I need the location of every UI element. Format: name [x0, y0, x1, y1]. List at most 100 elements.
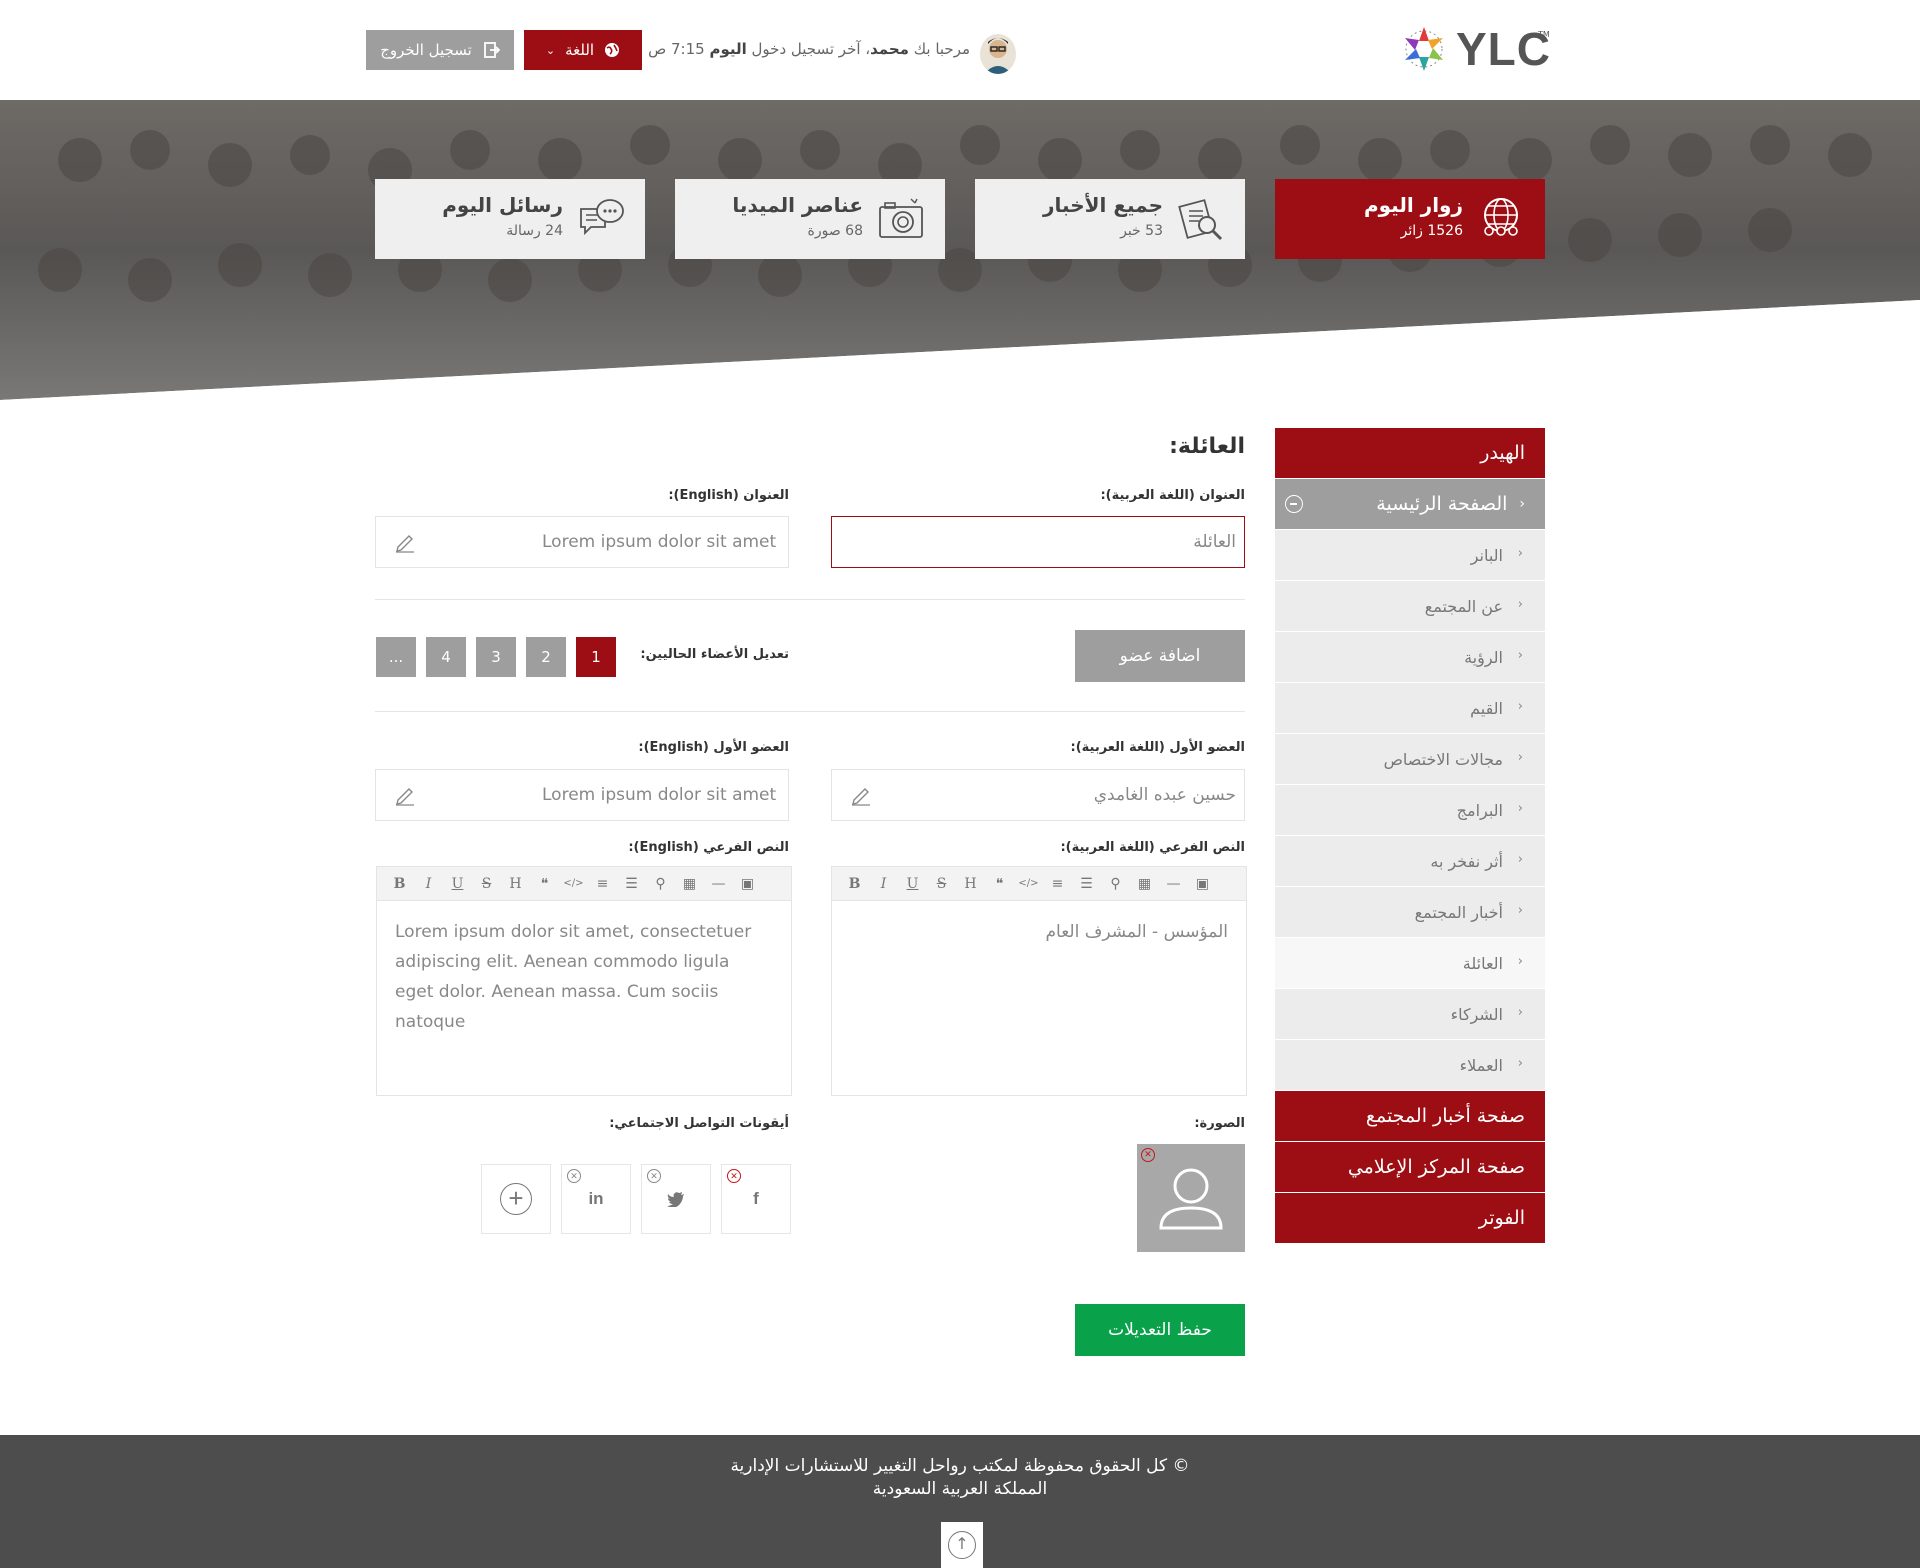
copyright-text: © كل الحقوق محفوظة لمكتب رواحل التغيير ل… — [730, 1456, 1190, 1476]
subtext-ar-value[interactable]: المؤسس - المشرف العام — [832, 901, 1246, 963]
sidebar-subitem[interactable]: أثر نفخر به › — [1275, 836, 1545, 886]
image-icon[interactable]: ▣ — [1188, 876, 1217, 892]
member-en-value: Lorem ipsum dolor sit amet — [542, 785, 777, 805]
collapse-icon[interactable] — [1285, 495, 1303, 513]
stat-sub: 53 خبر — [1120, 223, 1163, 239]
stat-card-news[interactable]: جميع الأخبار 53 خبر — [975, 179, 1245, 259]
member-en-label: العضو الأول (English): — [638, 740, 789, 755]
pagination-more[interactable]: ... — [376, 637, 416, 677]
italic-icon[interactable]: I — [414, 876, 443, 892]
sidebar-subitem-label: البانر — [1470, 545, 1503, 565]
code-icon[interactable]: </> — [1014, 878, 1043, 889]
stat-card-messages[interactable]: رسائل اليوم 24 رسالة — [375, 179, 645, 259]
language-button[interactable]: ⌄ اللغة — [524, 30, 642, 70]
subtext-ar-editor[interactable]: B I U S H ❝ </> ≡ ☰ ⚲ ▦ — ▣ المؤسس - الم… — [831, 866, 1247, 1096]
title-ar-input[interactable]: العائلة — [831, 516, 1245, 568]
sidebar-subitem[interactable]: عن المجتمع › — [1275, 581, 1545, 631]
editor-toolbar: B I U S H ❝ </> ≡ ☰ ⚲ ▦ — ▣ — [377, 867, 791, 901]
link-icon[interactable]: ⚲ — [646, 876, 675, 892]
underline-icon[interactable]: U — [443, 876, 472, 892]
heading-icon[interactable]: H — [501, 876, 530, 892]
globe-people-icon — [1484, 198, 1518, 236]
logout-label: تسجيل الخروج — [380, 41, 472, 59]
social-twitter[interactable]: ✕ — [641, 1164, 711, 1234]
remove-icon[interactable]: ✕ — [567, 1169, 581, 1183]
strikethrough-icon[interactable]: S — [472, 876, 501, 892]
pagination-page-3[interactable]: 3 — [476, 637, 516, 677]
quote-icon[interactable]: ❝ — [985, 876, 1014, 892]
photo-label: الصورة: — [1194, 1116, 1245, 1131]
member-photo[interactable]: ✕ — [1137, 1144, 1245, 1252]
unordered-list-icon[interactable]: ☰ — [1072, 876, 1101, 892]
sidebar-subitem[interactable]: البانر › — [1275, 530, 1545, 580]
social-linkedin[interactable]: ✕ in — [561, 1164, 631, 1234]
member-ar-label: العضو الأول (اللغة العربية): — [1070, 740, 1246, 755]
social-facebook[interactable]: ✕ f — [721, 1164, 791, 1234]
scroll-top-button[interactable]: ↑ — [941, 1522, 983, 1568]
sidebar-subitem[interactable]: العملاء › — [1275, 1040, 1545, 1090]
sidebar-subitem-label: أخبار المجتمع — [1414, 902, 1503, 922]
remove-photo-icon[interactable]: ✕ — [1141, 1148, 1155, 1162]
avatar[interactable] — [980, 34, 1016, 74]
sidebar-item-home[interactable]: الصفحة الرئيسية › — [1275, 479, 1545, 529]
table-icon[interactable]: ▦ — [1130, 876, 1159, 892]
page-title: العائلة: — [1169, 434, 1245, 459]
title-en-value: Lorem ipsum dolor sit amet — [542, 532, 777, 552]
ordered-list-icon[interactable]: ≡ — [588, 876, 617, 892]
edit-members-label: تعديل الأعضاء الحاليين: — [640, 647, 789, 662]
heading-icon[interactable]: H — [956, 876, 985, 892]
stat-card-media[interactable]: عناصر الميديا 68 صورة — [675, 179, 945, 259]
subtext-en-value[interactable]: Lorem ipsum dolor sit amet, consectetuer… — [377, 901, 791, 1053]
member-en-input[interactable]: Lorem ipsum dolor sit amet — [375, 769, 789, 821]
chevron-icon: › — [1517, 546, 1523, 561]
remove-icon[interactable]: ✕ — [727, 1169, 741, 1183]
title-ar-value: العائلة — [1193, 532, 1236, 552]
sidebar-page-media[interactable]: صفحة المركز الإعلامي — [1275, 1142, 1545, 1192]
add-member-button[interactable]: اضافة عضو — [1075, 630, 1245, 682]
sidebar-subitem-label: القيم — [1470, 698, 1503, 718]
sidebar-subitem[interactable]: الشركاء › — [1275, 989, 1545, 1039]
table-icon[interactable]: ▦ — [675, 876, 704, 892]
sidebar-subitem[interactable]: الرؤية › — [1275, 632, 1545, 682]
title-en-input[interactable]: Lorem ipsum dolor sit amet — [375, 516, 789, 568]
unordered-list-icon[interactable]: ☰ — [617, 876, 646, 892]
horizontal-rule-icon[interactable]: — — [704, 876, 733, 892]
logout-button[interactable]: تسجيل الخروج — [366, 30, 514, 70]
sidebar-subitem-label: الشركاء — [1450, 1004, 1503, 1024]
title-en-label: العنوان (English): — [668, 488, 789, 503]
sidebar-subitem[interactable]: مجالات الاختصاص › — [1275, 734, 1545, 784]
subtext-en-label: النص الفرعي (English): — [628, 840, 789, 855]
sidebar-header[interactable]: الهيدر — [1275, 428, 1545, 478]
bold-icon[interactable]: B — [385, 876, 414, 892]
sidebar-subitem[interactable]: البرامج › — [1275, 785, 1545, 835]
camera-icon — [879, 198, 923, 238]
code-icon[interactable]: </> — [559, 878, 588, 889]
subtext-en-editor[interactable]: B I U S H ❝ </> ≡ ☰ ⚲ ▦ — ▣ Lorem ipsum … — [376, 866, 792, 1096]
remove-icon[interactable]: ✕ — [647, 1169, 661, 1183]
ordered-list-icon[interactable]: ≡ — [1043, 876, 1072, 892]
strikethrough-icon[interactable]: S — [927, 876, 956, 892]
italic-icon[interactable]: I — [869, 876, 898, 892]
quote-icon[interactable]: ❝ — [530, 876, 559, 892]
hero-banner — [0, 100, 1920, 400]
member-ar-input[interactable]: حسين عبده الغامدي — [831, 769, 1245, 821]
sidebar-page-footer[interactable]: الفوتر — [1275, 1193, 1545, 1243]
pagination-page-1[interactable]: 1 — [576, 637, 616, 677]
sidebar-subitem[interactable]: القيم › — [1275, 683, 1545, 733]
sidebar-subitem-active[interactable]: العائلة › — [1275, 938, 1545, 988]
pagination-page-4[interactable]: 4 — [426, 637, 466, 677]
add-social-button[interactable]: + — [481, 1164, 551, 1234]
link-icon[interactable]: ⚲ — [1101, 876, 1130, 892]
save-button[interactable]: حفظ التعديلات — [1075, 1304, 1245, 1356]
sidebar-subitem[interactable]: أخبار المجتمع › — [1275, 887, 1545, 937]
logo-trademark: TM — [1538, 30, 1550, 39]
bold-icon[interactable]: B — [840, 876, 869, 892]
welcome-prefix: مرحبا بك — [913, 40, 970, 58]
image-icon[interactable]: ▣ — [733, 876, 762, 892]
horizontal-rule-icon[interactable]: — — [1159, 876, 1188, 892]
underline-icon[interactable]: U — [898, 876, 927, 892]
chevron-down-icon: ⌄ — [545, 43, 556, 57]
pagination-page-2[interactable]: 2 — [526, 637, 566, 677]
stat-card-visitors[interactable]: زوار اليوم 1526 زائر — [1275, 179, 1545, 259]
sidebar-page-news[interactable]: صفحة أخبار المجتمع — [1275, 1091, 1545, 1141]
